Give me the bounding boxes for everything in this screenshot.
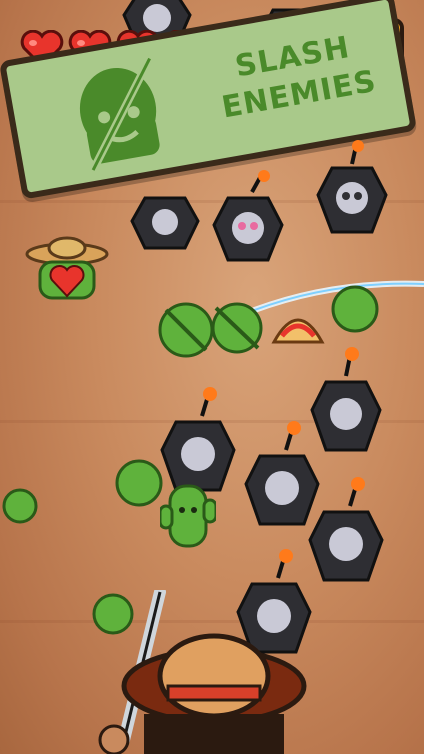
cactus-enemy[interactable] [114,458,164,508]
sliced-cactus [211,302,263,354]
sliced-cactus [158,302,214,358]
bomb-enemy[interactable] [316,140,388,240]
bomb-enemy[interactable] [308,476,384,586]
bomb-enemy[interactable] [212,170,284,270]
bomb-enemy[interactable] [310,346,382,456]
cactus-enemy[interactable] [160,480,216,550]
sliced-cactus [331,285,379,333]
sliced-taco [271,318,325,344]
sliced-cactus [2,488,38,524]
player-character [98,590,307,754]
slashed-cactus-icon [79,56,160,172]
heart-cactus-bonus[interactable] [22,236,112,306]
game-scene[interactable]: 280 SLASH ENEMIES [0,0,424,754]
bomb-enemy[interactable] [130,196,200,252]
